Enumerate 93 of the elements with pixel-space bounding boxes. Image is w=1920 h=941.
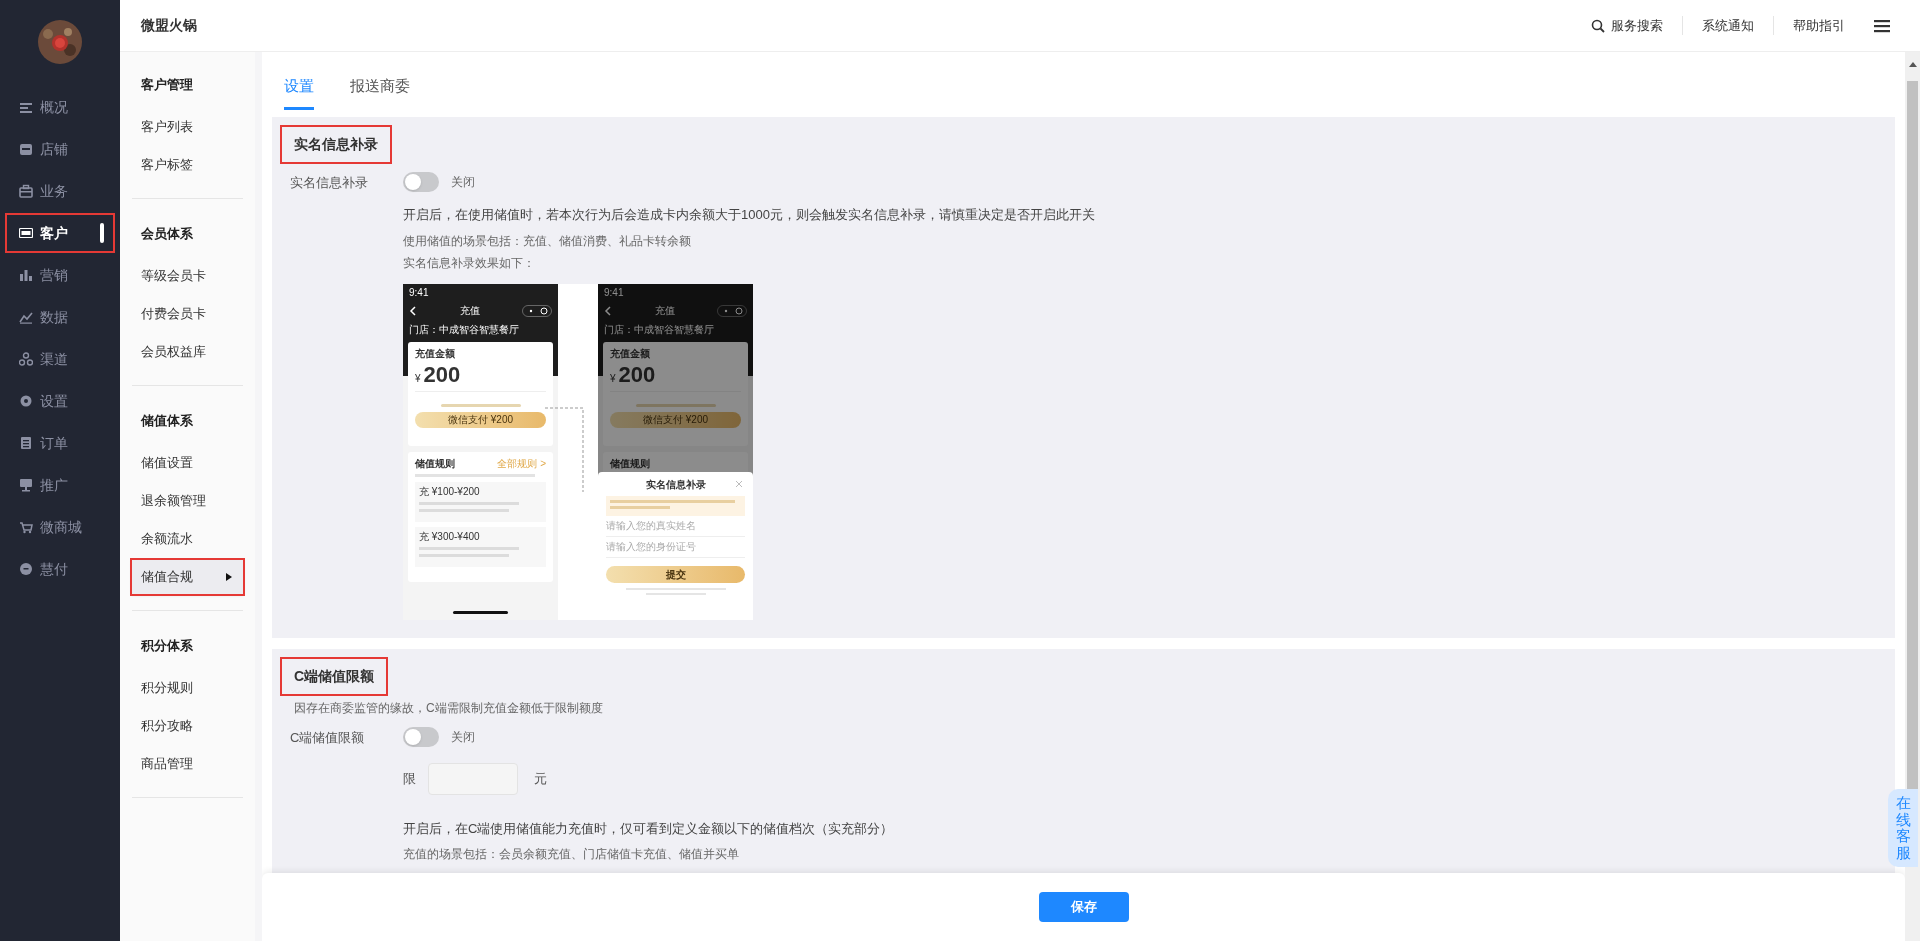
- nav-item[interactable]: 慧付: [7, 551, 113, 587]
- submenu-item[interactable]: 储值合规: [132, 560, 243, 594]
- nav-item[interactable]: 概况: [7, 89, 113, 125]
- hint-text: 开启后，在C端使用储值能力充值时，仅可看到定义金额以下的储值档次（实充部分）: [403, 819, 894, 838]
- switch-state: 关闭: [451, 174, 475, 191]
- header-link[interactable]: 帮助指引: [1773, 15, 1864, 36]
- home-indicator: [453, 610, 508, 614]
- switch-state: 关闭: [451, 728, 475, 746]
- field-suffix: 元: [534, 769, 547, 788]
- toggle-switch[interactable]: [403, 172, 439, 192]
- capsule-icon: [522, 304, 552, 317]
- nav-item[interactable]: 微商城: [7, 509, 113, 545]
- store-label: 门店：中成智谷智慧餐厅: [604, 322, 715, 337]
- document-icon: [19, 436, 33, 450]
- currency-sign: ¥: [415, 371, 421, 386]
- nav-item[interactable]: 数据: [7, 299, 113, 335]
- card-title: 储值规则: [610, 456, 650, 471]
- nav-item[interactable]: 设置: [7, 383, 113, 419]
- list-icon: [19, 100, 33, 114]
- submenu-item[interactable]: 余额流水: [132, 522, 243, 556]
- tier-range: 充 ¥300-¥400: [419, 529, 481, 544]
- nav-item[interactable]: 店铺: [7, 131, 113, 167]
- dialog-field: 请输入您的身份证号: [606, 536, 745, 558]
- coin-icon: [19, 562, 33, 576]
- menu-heading: 积分体系: [140, 637, 194, 656]
- currency-sign: ¥: [610, 371, 616, 386]
- menu-heading: 储值体系: [139, 412, 194, 431]
- hint-text: 使用储值的场景包括：充值、储值消费、礼品卡转余额: [403, 232, 692, 250]
- field-label: 实名信息补录: [289, 174, 369, 192]
- submenu-item[interactable]: 商品管理: [132, 747, 243, 781]
- submenu-item[interactable]: 客户标签: [132, 148, 243, 182]
- hint-text: 开启后，在使用储值时，若本次行为后会造成卡内余额大于1000元，则会触发实名信息补录，请慎重决定是否开启此开关: [403, 206, 1095, 224]
- search-icon: [1591, 18, 1605, 33]
- amount-value: 200: [618, 360, 656, 389]
- settings-icon: [19, 394, 33, 408]
- dialog-field: 请输入您的真实姓名: [606, 515, 745, 537]
- back-icon: [409, 305, 417, 316]
- hint-text: 充值的场景包括：会员余额充值、门店储值卡充值、储值并买单: [403, 846, 740, 863]
- vip-card-icon: [19, 226, 33, 240]
- submenu-item[interactable]: 积分规则: [132, 671, 243, 705]
- tab[interactable]: 设置: [284, 74, 314, 110]
- amount-value: 200: [423, 360, 461, 389]
- nav-item[interactable]: 推广: [7, 467, 113, 503]
- section-title: 实名信息补录: [282, 127, 390, 162]
- toggle-switch[interactable]: [403, 726, 439, 747]
- nav-item[interactable]: 渠道: [7, 341, 113, 377]
- menu-button[interactable]: [1874, 18, 1890, 33]
- tier-range: 充 ¥100-¥200: [419, 484, 481, 499]
- field-prefix: 限: [403, 769, 416, 788]
- menu-heading: 客户管理: [140, 76, 194, 95]
- menu-icon: [1874, 18, 1890, 33]
- field-label: 充值金额: [415, 346, 456, 361]
- triangle-nodes-icon: [19, 352, 33, 366]
- nav-item[interactable]: 客户: [7, 215, 113, 251]
- field-label: 充值金额: [610, 346, 651, 361]
- store-label: 门店：中成智谷智慧餐厅: [409, 322, 520, 337]
- section-title: C端储值限额: [282, 658, 387, 694]
- status-time: 9:41: [409, 285, 430, 300]
- tab[interactable]: 报送商委: [350, 74, 410, 110]
- search-button[interactable]: 服务搜索: [1572, 15, 1682, 36]
- dialog-title: 实名信息补录: [645, 477, 706, 492]
- caret-icon: [225, 572, 233, 582]
- close-icon: [735, 479, 743, 488]
- hint-text: 实名信息补录效果如下：: [403, 254, 536, 272]
- field-label: C端储值限额: [289, 728, 366, 747]
- status-time: 9:41: [604, 285, 625, 300]
- capsule-icon: [717, 304, 747, 317]
- submenu-item[interactable]: 客户列表: [132, 110, 243, 144]
- submenu-item[interactable]: 储值设置: [132, 446, 243, 480]
- nav-item[interactable]: 业务: [7, 173, 113, 209]
- submenu-item[interactable]: 会员权益库: [132, 335, 243, 369]
- submenu-item[interactable]: 退余额管理: [132, 484, 243, 518]
- submenu-item[interactable]: 等级会员卡: [132, 259, 243, 293]
- screen-title: 充值: [459, 304, 480, 318]
- bar-chart-icon: [19, 268, 33, 282]
- logo-icon: [38, 20, 82, 64]
- active-indicator: [100, 223, 104, 243]
- card-title: 储值规则: [415, 456, 455, 471]
- screen-title: 充值: [654, 304, 675, 318]
- trend-line-icon: [19, 310, 33, 324]
- back-icon: [604, 305, 612, 316]
- submenu-item[interactable]: 积分攻略: [132, 709, 243, 743]
- cart-icon: [19, 520, 33, 534]
- nav-item[interactable]: 订单: [7, 425, 113, 461]
- submenu-item[interactable]: 付费会员卡: [132, 297, 243, 331]
- briefcase-icon: [19, 184, 33, 198]
- menu-heading: 会员体系: [140, 225, 194, 244]
- header-link[interactable]: 系统通知: [1682, 15, 1773, 36]
- section-description: 因存在商委监管的缘故，C端需限制充值金额低于限制额度: [293, 699, 604, 717]
- nav-item[interactable]: 营销: [7, 257, 113, 293]
- store-icon: [19, 142, 33, 156]
- billboard-icon: [19, 478, 33, 492]
- app-title: 微盟火锅: [141, 16, 197, 35]
